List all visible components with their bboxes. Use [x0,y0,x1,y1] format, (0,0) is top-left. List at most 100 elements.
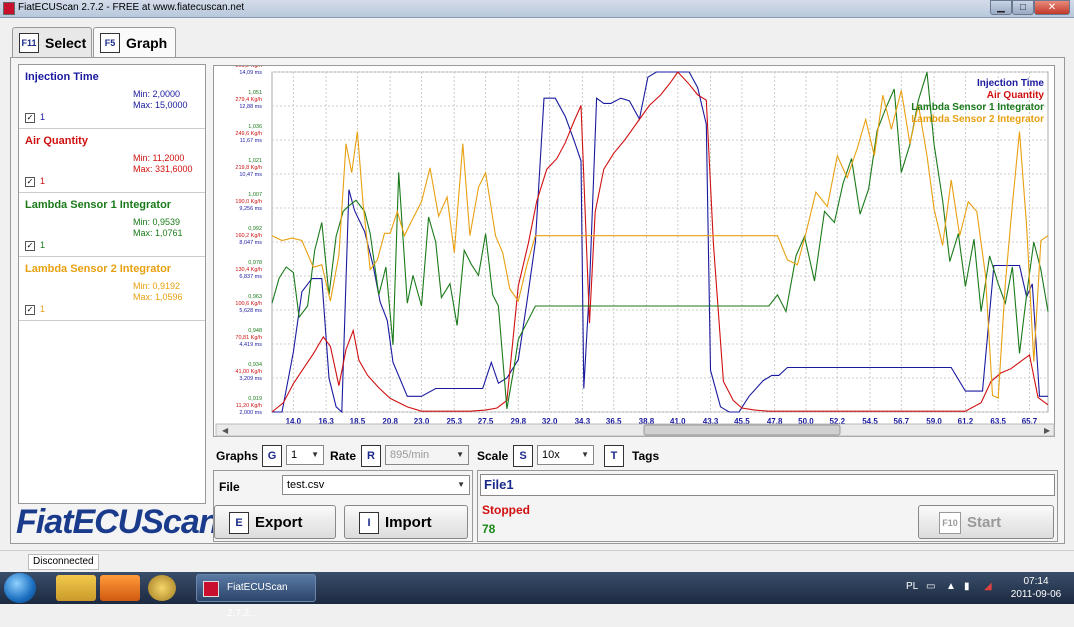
import-button[interactable]: I Import [344,505,468,539]
series-min: Min: 0,9539 [133,217,181,227]
taskbar-task-fiatecuscan[interactable]: FiatECUScan 2.7.2... [196,574,316,619]
y-tick-label: 1,036 [248,124,262,130]
close-button[interactable]: ✕ [1034,0,1070,15]
battery-icon[interactable]: ▮ [964,581,970,592]
export-key-icon: E [229,512,249,534]
rate-select-value: 895/min [390,449,430,461]
export-button[interactable]: E Export [214,505,336,539]
scroll-right-icon[interactable]: ▶ [1044,426,1051,435]
y-tick-label: 11,67 ms [240,138,262,144]
line-chart: 14,0 16,3 18,5 20,8 23,0 25,3 27,5 29,8 32,0 34,3… [215,56,1055,437]
series-checkbox[interactable]: ✓ [25,241,35,251]
graphs-key-button[interactable]: G [262,445,282,467]
app-icon [3,2,15,15]
rate-select[interactable]: 895/min ▼ [385,445,469,465]
series-item-lambda-1[interactable]: Lambda Sensor 1 Integrator Min: 0,9539 M… [19,193,205,257]
y-tick-label: 9,256 ms [239,206,262,212]
export-button-label: Export [255,514,303,531]
clock-date: 2011-09-06 [1010,589,1062,600]
file-select-value: test.csv [287,479,325,491]
scale-select[interactable]: 10x ▼ [537,445,594,465]
series-max: Max: 331,6000 [133,164,193,174]
y-tick-label: 14,09 ms [239,70,262,76]
series-min: Min: 11,2000 [133,153,185,163]
series-item-lambda-2[interactable]: Lambda Sensor 2 Integrator Min: 0,9192 M… [19,257,205,321]
horizontal-scrollbar[interactable] [215,423,1055,437]
network-icon[interactable]: ◢ [984,581,992,592]
y-tick-label: 190,0 Kg/h [235,199,262,205]
status-state: Stopped [482,503,530,517]
scroll-left-icon[interactable]: ◀ [222,426,229,435]
start-orb-icon[interactable] [4,573,36,603]
taskbar: FiatECUScan 2.7.2... PL ▭ ▲ ▮ ◢ 07:14 20… [0,572,1074,619]
y-tick-label: 8,047 ms [239,240,262,246]
file-label: File [219,480,240,494]
explorer-icon[interactable] [56,575,96,601]
media-player-icon[interactable] [100,575,140,601]
f11-key-icon: F11 [19,33,39,53]
scale-key-button[interactable]: S [513,445,533,467]
tab-graph[interactable]: F5 Graph [93,27,176,58]
y-tick-label: 2,000 ms [239,410,262,416]
y-tick-label: 1,021 [248,158,262,164]
file-select[interactable]: test.csv ▼ [282,475,470,495]
clock[interactable]: 07:14 2011-09-06 [1006,575,1066,601]
y-tick-label: 279,4 Kg/h [235,97,262,103]
series-graph-number: 1 [40,176,46,186]
y-tick-label: 249,6 Kg/h [235,131,262,137]
y-tick-label: 12,88 ms [239,104,262,110]
y-tick-label: 5,628 ms [239,308,262,314]
tab-select[interactable]: F11 Select [12,27,92,57]
legend-entry: Air Quantity [987,90,1045,101]
maximize-button[interactable]: □ [1012,0,1034,15]
y-tick-label: 1,051 [248,90,262,96]
language-indicator[interactable]: PL [906,581,918,592]
tab-select-label: Select [45,35,87,51]
series-name: Air Quantity [25,135,88,147]
legend-entry: Lambda Sensor 2 Integrator [911,114,1044,125]
start-button-label: Start [967,514,1002,531]
series-graph-number: 1 [40,240,46,250]
y-tick-label: 0,978 [248,260,262,266]
minimize-button[interactable]: ▁ [990,0,1012,15]
app-icon-3[interactable] [148,575,176,601]
series-name: Lambda Sensor 1 Integrator [25,199,172,211]
file-name-field[interactable]: File1 [480,474,1055,496]
y-tick-label: 219,8 Kg/h [235,165,262,171]
fiatecuscan-logo: FiatECUScan [16,503,219,541]
tray-arrow-icon[interactable]: ▲ [946,581,956,592]
dropdown-arrow-icon: ▼ [581,450,589,459]
status-bar: Disconnected [0,550,1074,572]
y-tick-label: 3,209 ms [239,376,262,382]
connection-status: Disconnected [28,554,99,570]
rate-key-button[interactable]: R [361,445,381,467]
y-tick-label: 11,20 Kg/h [236,403,262,409]
import-button-label: Import [385,514,432,531]
legend-entry: Lambda Sensor 1 Integrator [911,102,1044,113]
series-item-air-quantity[interactable]: Air Quantity Min: 11,2000 Max: 331,6000 … [19,129,205,193]
series-checkbox[interactable]: ✓ [25,305,35,315]
series-graph-number: 1 [40,112,46,122]
start-button[interactable]: F10 Start [918,505,1054,539]
series-min: Min: 0,9192 [133,281,181,291]
graphs-select[interactable]: 1 ▼ [286,445,324,465]
scrollbar-thumb[interactable] [643,424,841,436]
y-tick-label: 70,81 Kg/h [235,335,262,341]
window-title: FiatECUScan 2.7.2 - FREE at www.fiatecus… [18,2,245,13]
fiatecuscan-task-icon [203,581,219,597]
f10-key-icon: F10 [939,512,961,534]
series-max: Max: 15,0000 [133,100,188,110]
clock-time: 07:14 [1023,576,1049,587]
keyboard-icon[interactable]: ▭ [926,581,935,592]
series-checkbox[interactable]: ✓ [25,113,35,123]
series-max: Max: 1,0596 [133,292,183,302]
tags-key-button[interactable]: T [604,445,624,467]
dropdown-arrow-icon: ▼ [311,450,319,459]
series-item-injection-time[interactable]: Injection Time Min: 2,0000 Max: 15,0000 … [19,65,205,129]
dropdown-arrow-icon: ▼ [457,480,465,489]
import-key-icon: I [359,512,379,534]
graphs-label: Graphs [216,449,259,463]
series-checkbox[interactable]: ✓ [25,177,35,187]
y-tick-label: 100,6 Kg/h [235,301,262,307]
y-tick-label: 41,00 Kg/h [235,369,262,375]
